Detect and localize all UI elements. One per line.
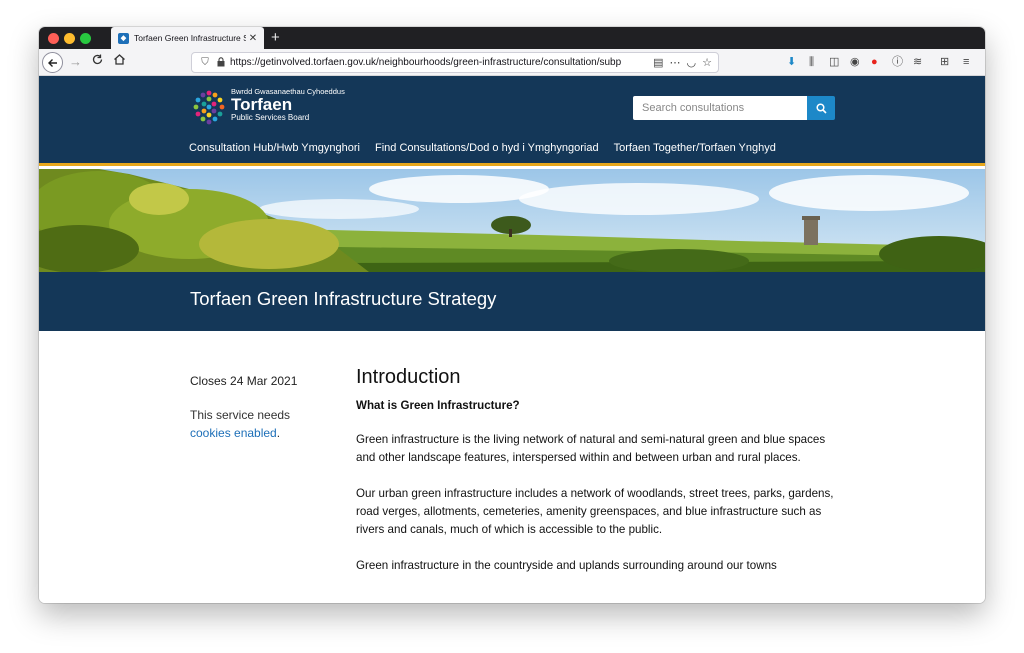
new-tab-button[interactable]: + — [271, 27, 280, 49]
maximize-window-button[interactable] — [80, 33, 91, 44]
downloads-icon[interactable]: ⬇ — [787, 54, 796, 70]
home-button[interactable] — [113, 53, 126, 71]
logo-name: Torfaen — [231, 95, 293, 114]
forward-button[interactable]: → — [69, 53, 82, 71]
arrow-left-icon — [47, 58, 57, 67]
page-title-band: Torfaen Green Infrastructure Strategy — [39, 272, 985, 331]
consultation-sidebar: Closes 24 Mar 2021 This service needs co… — [190, 372, 330, 442]
browser-tab-active[interactable]: ◆ Torfaen Green Infrastructure St ✕ — [111, 27, 264, 49]
library-icon[interactable]: ⫼ — [809, 54, 814, 70]
torfaen-logo[interactable]: Bwrdd Gwasanaethau Cyhoeddus Torfaen Pub… — [189, 87, 345, 127]
close-tab-icon[interactable]: ✕ — [246, 33, 260, 44]
hamburger-menu-icon[interactable]: ≡ — [963, 54, 969, 70]
reader-view-icon[interactable]: ▤ — [653, 56, 663, 69]
content-paragraph: Our urban green infrastructure includes … — [356, 487, 834, 536]
nav-find-consultations[interactable]: Find Consultations/Dod o hyd i Ymghyngor… — [375, 142, 599, 154]
cookies-enabled-link[interactable]: cookies enabled — [190, 426, 277, 440]
logo-subtitle: Public Services Board — [231, 113, 310, 122]
site-header: Bwrdd Gwasanaethau Cyhoeddus Torfaen Pub… — [39, 76, 985, 166]
cookie-notice-suffix: . — [276, 426, 281, 440]
opera-extension-icon[interactable]: ● — [871, 54, 878, 70]
page-title: Torfaen Green Infrastructure Strategy — [190, 288, 497, 309]
tab-title: Torfaen Green Infrastructure St — [134, 33, 246, 43]
main-navigation: Consultation Hub/Hwb Ymgynghori Find Con… — [189, 142, 776, 154]
padlock-glyph — [217, 56, 225, 66]
address-bar[interactable]: ⛉ https://getinvolved.torfaen.gov.uk/nei… — [191, 52, 719, 73]
content-paragraph: Green infrastructure in the countryside … — [356, 559, 777, 572]
close-window-button[interactable] — [48, 33, 59, 44]
web-page: Bwrdd Gwasanaethau Cyhoeddus Torfaen Pub… — [39, 76, 985, 603]
bookmark-star-icon[interactable]: ☆ — [702, 56, 712, 69]
content-paragraph: Green infrastructure is the living netwo… — [356, 433, 826, 464]
layers-extension-icon[interactable]: ≋ — [913, 54, 922, 70]
nav-consultation-hub[interactable]: Consultation Hub/Hwb Ymgynghori — [189, 142, 360, 154]
home-icon — [114, 54, 125, 65]
main-content: Introduction What is Green Infrastructur… — [356, 366, 840, 593]
extension-info-icon[interactable]: ⓘ — [892, 54, 903, 70]
reload-button[interactable] — [91, 53, 104, 71]
url-text[interactable]: https://getinvolved.torfaen.gov.uk/neigh… — [228, 57, 653, 68]
browser-window: ◆ Torfaen Green Infrastructure St ✕ + → … — [39, 27, 985, 603]
pocket-icon[interactable]: ◡ — [687, 56, 697, 69]
minimize-window-button[interactable] — [64, 33, 75, 44]
gift-extension-icon[interactable]: ⊞ — [940, 54, 949, 70]
lock-icon[interactable] — [214, 56, 228, 69]
page-actions-menu-icon[interactable]: ⋯ — [670, 56, 681, 69]
section-heading: Introduction — [356, 366, 461, 388]
nav-torfaen-together[interactable]: Torfaen Together/Torfaen Ynghyd — [614, 142, 776, 154]
url-actions: ▤ ⋯ ◡ ☆ — [653, 56, 718, 69]
logo-text: Bwrdd Gwasanaethau Cyhoeddus Torfaen Pub… — [231, 87, 345, 122]
section-subheading: What is Green Infrastructure? — [356, 399, 520, 412]
site-favicon-icon: ◆ — [118, 32, 129, 44]
shield-icon[interactable]: ⛉ — [196, 57, 214, 68]
closing-date: Closes 24 Mar 2021 — [190, 374, 298, 388]
hero-landscape-image — [39, 169, 985, 272]
search-icon — [815, 102, 827, 114]
back-button[interactable] — [42, 52, 63, 73]
navigation-toolbar: → ⛉ https://getinvolved.torfaen.gov.uk/n… — [39, 49, 985, 76]
cookie-notice: This service needs cookies enabled. — [190, 406, 330, 442]
sidebar-icon[interactable]: ◫ — [829, 54, 839, 70]
logo-dots-icon — [193, 90, 225, 125]
search-input[interactable] — [633, 96, 807, 120]
search-button[interactable] — [807, 96, 835, 120]
account-icon[interactable]: ◉ — [850, 54, 860, 70]
search-form — [633, 96, 835, 120]
cookie-notice-text: This service needs — [190, 408, 291, 422]
tab-bar: ◆ Torfaen Green Infrastructure St ✕ + — [39, 27, 985, 49]
reload-icon — [92, 54, 103, 65]
